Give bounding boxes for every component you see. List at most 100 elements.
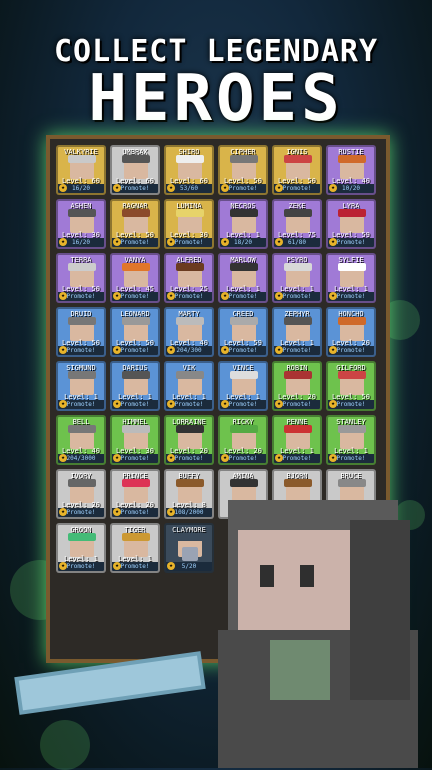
hero-card[interactable]: LORRAINE Level: 20 Promote! ★ xyxy=(164,415,214,465)
hero-card[interactable]: SYLFIE Level: 1 Promote! ★ xyxy=(326,253,376,303)
hero-hair xyxy=(230,263,258,271)
star-icon: ★ xyxy=(329,400,337,408)
hero-hair xyxy=(122,263,150,271)
hero-hair xyxy=(230,155,258,163)
star-icon: ★ xyxy=(221,400,229,408)
star-icon: ★ xyxy=(275,184,283,192)
star-icon: ★ xyxy=(275,346,283,354)
hero-hair xyxy=(68,263,96,271)
hero-card[interactable]: DARIUS Level: 1 Promote! ★ xyxy=(110,361,160,411)
hero-card[interactable]: MARLOW Level: 1 Promote! ★ xyxy=(218,253,268,303)
star-icon: ★ xyxy=(329,346,337,354)
hero-card[interactable]: NECROS Level: 1 18/20 ★ xyxy=(218,199,268,249)
star-icon: ★ xyxy=(59,184,67,192)
hero-hair xyxy=(284,155,312,163)
hero-card[interactable]: TIGER Level: 1 Promote! ★ xyxy=(110,523,160,573)
hero-card[interactable]: ZEKE Level: 75 61/80 ★ xyxy=(272,199,322,249)
hero-hair xyxy=(122,533,150,541)
hero-card[interactable]: BELL Level: 40 204/3000 ★ xyxy=(56,415,106,465)
star-icon: ★ xyxy=(113,346,121,354)
hero-hair xyxy=(338,317,366,325)
hero-card[interactable]: STANLEY Level: 1 Promote! ★ xyxy=(326,415,376,465)
hero-card[interactable]: PENNE Level: 1 Promote! ★ xyxy=(272,415,322,465)
star-icon: ★ xyxy=(59,292,67,300)
hero-card[interactable]: IVORY Level: 20 Promote! ★ xyxy=(56,469,106,519)
hero-card[interactable]: PRINCE Level: 20 Promote! ★ xyxy=(110,469,160,519)
hero-card[interactable]: VIK Level: 1 Promote! ★ xyxy=(164,361,214,411)
star-icon: ★ xyxy=(221,238,229,246)
star-icon: ★ xyxy=(113,508,121,516)
hero-card[interactable]: RICKY Level: 20 Promote! ★ xyxy=(218,415,268,465)
hero-card[interactable]: SIGMUND Level: 1 Promote! ★ xyxy=(56,361,106,411)
hero-hair xyxy=(68,533,96,541)
star-icon: ★ xyxy=(275,238,283,246)
hero-card[interactable]: HIMMEL Level: 30 Promote! ★ xyxy=(110,415,160,465)
hero-card[interactable]: MARTY Level: 40 204/300 ★ xyxy=(164,307,214,357)
star-icon: ★ xyxy=(167,508,175,516)
star-icon: ★ xyxy=(113,184,121,192)
hero-hair xyxy=(122,317,150,325)
star-icon: ★ xyxy=(113,562,121,570)
hero-card[interactable]: VINCE Level: 1 Promote! ★ xyxy=(218,361,268,411)
hero-card[interactable]: SHIRO Level: 60 53/60 ★ xyxy=(164,145,214,195)
hero-card[interactable]: LEONARD Level: 50 Promote! ★ xyxy=(110,307,160,357)
hero-card[interactable]: LUMINA Level: 30 Promote! ★ xyxy=(164,199,214,249)
hero-card[interactable]: DRUID Level: 50 Promote! ★ xyxy=(56,307,106,357)
hero-card[interactable]: GILFORD Level: 50 Promote! ★ xyxy=(326,361,376,411)
hero-card[interactable]: VALKYRIE Level: 60 16/20 ★ xyxy=(56,145,106,195)
hero-card[interactable]: CIPHER Level: 50 Promote! ★ xyxy=(218,145,268,195)
hero-hair xyxy=(176,263,204,271)
hero-hair xyxy=(176,371,204,379)
hero-card[interactable]: HONCHO Level: 20 Promote! ★ xyxy=(326,307,376,357)
hero-card[interactable]: ROBIN Level: 20 Promote! ★ xyxy=(272,361,322,411)
glow-orb xyxy=(40,720,90,770)
star-icon: ★ xyxy=(221,346,229,354)
hero-hair xyxy=(122,371,150,379)
star-icon: ★ xyxy=(167,562,175,570)
star-icon: ★ xyxy=(329,454,337,462)
star-icon: ★ xyxy=(59,508,67,516)
star-icon: ★ xyxy=(59,238,67,246)
pixel-hero-character xyxy=(218,500,418,768)
hero-hair xyxy=(122,425,150,433)
hero-card[interactable]: ASHEN Level: 30 16/20 ★ xyxy=(56,199,106,249)
star-icon: ★ xyxy=(167,346,175,354)
hero-hair xyxy=(284,209,312,217)
hero-card[interactable]: UMBRAX Level: 60 Promote! ★ xyxy=(110,145,160,195)
hero-card[interactable]: LYRA Level: 59 Promote! ★ xyxy=(326,199,376,249)
hero-card[interactable]: RAGNAR Level: 50 Promote! ★ xyxy=(110,199,160,249)
hero-hair xyxy=(176,209,204,217)
hero-card[interactable]: VANYA Level: 45 Promote! ★ xyxy=(110,253,160,303)
title-line-2: HEROES xyxy=(88,62,344,136)
hero-hair xyxy=(176,425,204,433)
hero-hair xyxy=(176,317,204,325)
hero-hair xyxy=(338,263,366,271)
hero-hair xyxy=(230,371,258,379)
star-icon: ★ xyxy=(329,238,337,246)
star-icon: ★ xyxy=(329,292,337,300)
hero-hair xyxy=(176,155,204,163)
hero-card[interactable]: CREED Level: 59 Promote! ★ xyxy=(218,307,268,357)
star-icon: ★ xyxy=(221,184,229,192)
star-icon: ★ xyxy=(113,292,121,300)
star-icon: ★ xyxy=(221,292,229,300)
hero-card[interactable]: IGNIS Level: 50 Promote! ★ xyxy=(272,145,322,195)
hero-card[interactable]: ZEPHYR Level: 1 Promote! ★ xyxy=(272,307,322,357)
hero-hair xyxy=(68,371,96,379)
star-icon: ★ xyxy=(275,400,283,408)
hero-hair xyxy=(284,317,312,325)
star-icon: ★ xyxy=(113,238,121,246)
hero-card[interactable]: ALFRED Level: 25 Promote! ★ xyxy=(164,253,214,303)
star-icon: ★ xyxy=(113,400,121,408)
hero-card[interactable]: RUSTIE Level: 40 10/20 ★ xyxy=(326,145,376,195)
hero-hair xyxy=(68,155,96,163)
hero-card[interactable]: GROON Level: 1 Promote! ★ xyxy=(56,523,106,573)
sword-icon xyxy=(18,655,202,711)
hero-hair xyxy=(230,425,258,433)
hero-card[interactable]: PSYRO Level: 1 Promote! ★ xyxy=(272,253,322,303)
hero-hair xyxy=(338,371,366,379)
hero-hair xyxy=(122,155,150,163)
hero-card[interactable]: TERRA Level: 50 Promote! ★ xyxy=(56,253,106,303)
hero-hair xyxy=(68,209,96,217)
star-icon: ★ xyxy=(167,184,175,192)
